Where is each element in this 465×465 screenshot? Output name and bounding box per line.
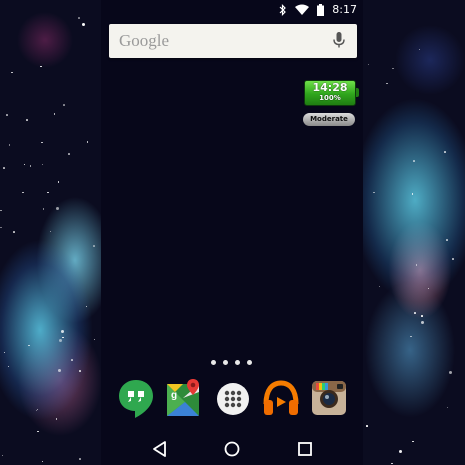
star bbox=[58, 368, 62, 372]
star bbox=[29, 165, 32, 167]
star bbox=[61, 329, 65, 333]
play-music-icon bbox=[263, 380, 299, 415]
star bbox=[373, 191, 375, 194]
star bbox=[63, 104, 65, 106]
star bbox=[386, 82, 388, 85]
star bbox=[415, 264, 418, 266]
star bbox=[26, 119, 28, 121]
mic-icon[interactable] bbox=[333, 32, 345, 49]
star bbox=[37, 430, 39, 433]
app-drawer-icon bbox=[217, 383, 249, 415]
google-search-bar[interactable]: Google bbox=[109, 24, 357, 58]
star bbox=[413, 160, 415, 162]
svg-text:g: g bbox=[171, 390, 177, 401]
star bbox=[23, 163, 26, 166]
star bbox=[391, 462, 393, 465]
page-indicator bbox=[211, 360, 252, 365]
star bbox=[3, 351, 6, 354]
battery-widget-time: 14:28 bbox=[312, 81, 348, 94]
navigation-bar bbox=[101, 430, 363, 465]
bluetooth-icon bbox=[279, 3, 287, 16]
hangouts-icon bbox=[119, 380, 153, 418]
star bbox=[446, 406, 449, 409]
maps-app[interactable]: g bbox=[165, 378, 203, 418]
star bbox=[41, 460, 44, 463]
maps-icon: g bbox=[167, 379, 199, 416]
instagram-app[interactable] bbox=[310, 378, 348, 418]
star bbox=[68, 153, 70, 155]
battery-widget-percent: 100% bbox=[319, 94, 341, 102]
star bbox=[3, 167, 5, 169]
app-dock: g bbox=[101, 378, 363, 420]
star bbox=[13, 231, 15, 233]
star bbox=[452, 258, 454, 260]
star bbox=[62, 336, 64, 339]
star bbox=[93, 245, 95, 247]
home-icon[interactable] bbox=[221, 438, 243, 460]
google-logo: Google bbox=[119, 31, 170, 50]
back-icon[interactable] bbox=[149, 438, 171, 460]
star bbox=[6, 114, 8, 116]
star bbox=[392, 67, 394, 70]
star bbox=[40, 65, 42, 68]
star bbox=[1, 454, 4, 457]
page-dot bbox=[223, 360, 228, 365]
star bbox=[81, 23, 85, 27]
page-dot bbox=[247, 360, 252, 365]
star bbox=[79, 370, 81, 372]
star bbox=[414, 312, 416, 314]
star bbox=[41, 163, 44, 166]
star bbox=[0, 209, 2, 211]
star bbox=[55, 418, 58, 420]
star bbox=[78, 17, 80, 19]
star bbox=[79, 458, 81, 460]
battery-icon bbox=[317, 3, 325, 16]
star bbox=[41, 141, 43, 144]
home-screen: 8:17 Google 14:28 100% Moderate g bbox=[101, 0, 363, 465]
star bbox=[418, 48, 421, 51]
star bbox=[444, 151, 446, 153]
page-dot bbox=[235, 360, 240, 365]
wifi-icon bbox=[295, 4, 310, 15]
star bbox=[8, 144, 11, 146]
star bbox=[366, 425, 368, 427]
star bbox=[421, 321, 425, 325]
star bbox=[57, 181, 60, 183]
star bbox=[449, 371, 453, 375]
hangouts-app[interactable] bbox=[117, 378, 155, 418]
star bbox=[71, 359, 73, 361]
star bbox=[42, 208, 45, 210]
star bbox=[49, 230, 52, 233]
page-dot bbox=[211, 360, 216, 365]
star bbox=[47, 191, 49, 194]
star bbox=[399, 450, 403, 454]
star bbox=[427, 287, 430, 290]
star bbox=[86, 141, 89, 143]
star bbox=[421, 315, 423, 317]
status-bar: 8:17 bbox=[101, 0, 363, 20]
star bbox=[53, 113, 56, 115]
instagram-icon bbox=[312, 381, 346, 415]
battery-mode-button[interactable]: Moderate bbox=[303, 113, 355, 126]
app-drawer-button[interactable] bbox=[214, 378, 252, 418]
star bbox=[0, 226, 2, 229]
play-music-app[interactable] bbox=[262, 378, 300, 418]
star bbox=[446, 239, 448, 241]
recents-icon[interactable] bbox=[294, 438, 316, 460]
star bbox=[378, 285, 381, 288]
star bbox=[7, 365, 10, 368]
star bbox=[93, 338, 96, 341]
star bbox=[411, 193, 414, 195]
star bbox=[85, 305, 87, 308]
star bbox=[28, 344, 30, 347]
star bbox=[412, 440, 414, 443]
star bbox=[59, 338, 63, 342]
star bbox=[11, 71, 13, 74]
battery-widget[interactable]: 14:28 100% bbox=[304, 80, 359, 106]
star bbox=[410, 335, 412, 338]
star bbox=[56, 206, 60, 210]
status-time: 8:17 bbox=[332, 3, 357, 16]
star bbox=[367, 63, 370, 66]
star bbox=[22, 191, 24, 194]
